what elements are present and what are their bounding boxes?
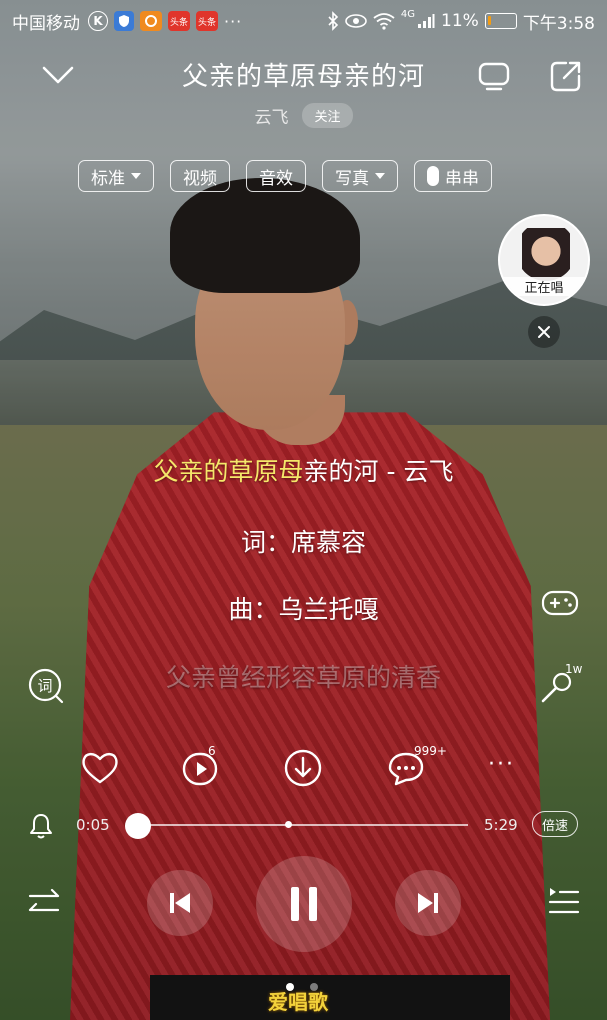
bluetooth-icon xyxy=(328,11,339,31)
mode-chips: 标准 视频 音效 写真 串串 xyxy=(78,160,492,192)
lyric-unsung-part: 亲的河 - 云飞 xyxy=(303,457,454,486)
player-header: 父亲的草原母亲的河 xyxy=(0,48,607,104)
sound-effect-tab[interactable]: 音效 xyxy=(246,160,306,192)
caret-down-icon xyxy=(375,173,385,179)
karaoke-count-badge: 1w xyxy=(565,662,583,676)
now-singing-bubble[interactable]: 正在唱 xyxy=(498,214,590,306)
battery-fill xyxy=(487,16,491,25)
follow-button[interactable]: 关注 xyxy=(302,102,353,128)
network-type: 4G xyxy=(400,8,416,20)
mv-video-icon[interactable] xyxy=(180,746,224,790)
share-icon[interactable] xyxy=(548,58,584,94)
heart-icon[interactable] xyxy=(78,746,122,790)
song-title: 父亲的草原母亲的河 xyxy=(181,62,425,92)
photo-select[interactable]: 写真 xyxy=(322,160,398,192)
battery-percent: 11% xyxy=(441,11,479,31)
gamepad-icon[interactable] xyxy=(540,582,580,622)
quality-select[interactable]: 标准 xyxy=(78,160,154,192)
more-options-button[interactable]: ··· xyxy=(488,752,532,796)
tv-cast-icon[interactable] xyxy=(476,58,512,94)
lyric-current-line[interactable]: 父亲的草原母亲的河 - 云飞 xyxy=(0,452,607,488)
sound-effect-label: 音效 xyxy=(259,168,293,189)
clock: 下午3:58 xyxy=(522,13,595,34)
skip-next-icon xyxy=(418,893,438,913)
close-icon xyxy=(538,326,550,338)
skip-previous-icon xyxy=(170,893,190,913)
toutiao-icon-2: 头条 xyxy=(196,11,218,31)
lyrics-icon-label: 词 xyxy=(37,677,52,695)
current-time: 0:05 xyxy=(76,816,110,834)
lyric-line[interactable]: 父亲曾经形容草原的清香 xyxy=(0,658,607,694)
video-tab[interactable]: 视频 xyxy=(170,160,230,192)
uc-browser-icon xyxy=(140,11,162,31)
lyric-sung-part: 父亲的草原母 xyxy=(153,457,304,486)
next-button[interactable] xyxy=(395,870,461,936)
carrier-name: 中国移动 xyxy=(12,13,80,34)
photo-label: 写真 xyxy=(335,168,369,189)
progress-row: 0:05 5:29 倍速 xyxy=(0,808,607,842)
close-bubble-button[interactable] xyxy=(528,316,560,348)
bell-alarm-icon[interactable] xyxy=(28,812,54,840)
lyric-line[interactable]: 曲：乌兰托嘎 xyxy=(0,590,607,626)
lyrics-icon[interactable]: 词 xyxy=(26,666,66,706)
shield-icon xyxy=(114,11,134,31)
video-count-badge: 6 xyxy=(208,744,216,758)
watermark: 爱唱歌 xyxy=(268,990,328,1014)
play-order-icon[interactable] xyxy=(28,888,62,918)
caret-down-icon xyxy=(131,173,141,179)
more-notifications-icon: ··· xyxy=(224,11,243,31)
total-time: 5:29 xyxy=(484,816,518,834)
battery-icon xyxy=(484,13,517,29)
status-bar: 中国移动 K 头条 头条 ··· 4G 11% 下午3:58 xyxy=(0,0,607,42)
lyric-line[interactable]: 词：席慕容 xyxy=(0,523,607,559)
signal-icon xyxy=(418,14,435,28)
now-singing-label: 正在唱 xyxy=(500,277,588,296)
eye-icon xyxy=(345,14,367,28)
toggle-pill-icon xyxy=(427,166,439,186)
progress-marker xyxy=(285,821,292,828)
chevron-down-icon[interactable] xyxy=(40,60,76,90)
download-icon[interactable] xyxy=(281,746,325,790)
playlist-icon[interactable] xyxy=(548,886,580,918)
chuanchuan-toggle[interactable]: 串串 xyxy=(414,160,492,192)
artist-row: 云飞 关注 xyxy=(0,100,607,130)
toutiao-icon: 头条 xyxy=(168,11,190,31)
progress-thumb[interactable] xyxy=(125,813,152,839)
playback-speed-button[interactable]: 倍速 xyxy=(532,811,579,837)
artist-name[interactable]: 云飞 xyxy=(254,103,288,128)
pause-icon xyxy=(291,887,317,921)
chuanchuan-label: 串串 xyxy=(445,168,479,189)
k-app-icon: K xyxy=(88,11,108,31)
video-label: 视频 xyxy=(183,168,217,189)
wifi-icon xyxy=(373,13,395,30)
quality-label: 标准 xyxy=(91,168,125,189)
previous-button[interactable] xyxy=(147,870,213,936)
progress-track[interactable] xyxy=(128,824,468,826)
status-right: 4G 11% 下午3:58 xyxy=(327,9,595,34)
comment-count-badge: 999+ xyxy=(414,744,447,758)
play-pause-button[interactable] xyxy=(256,856,352,952)
